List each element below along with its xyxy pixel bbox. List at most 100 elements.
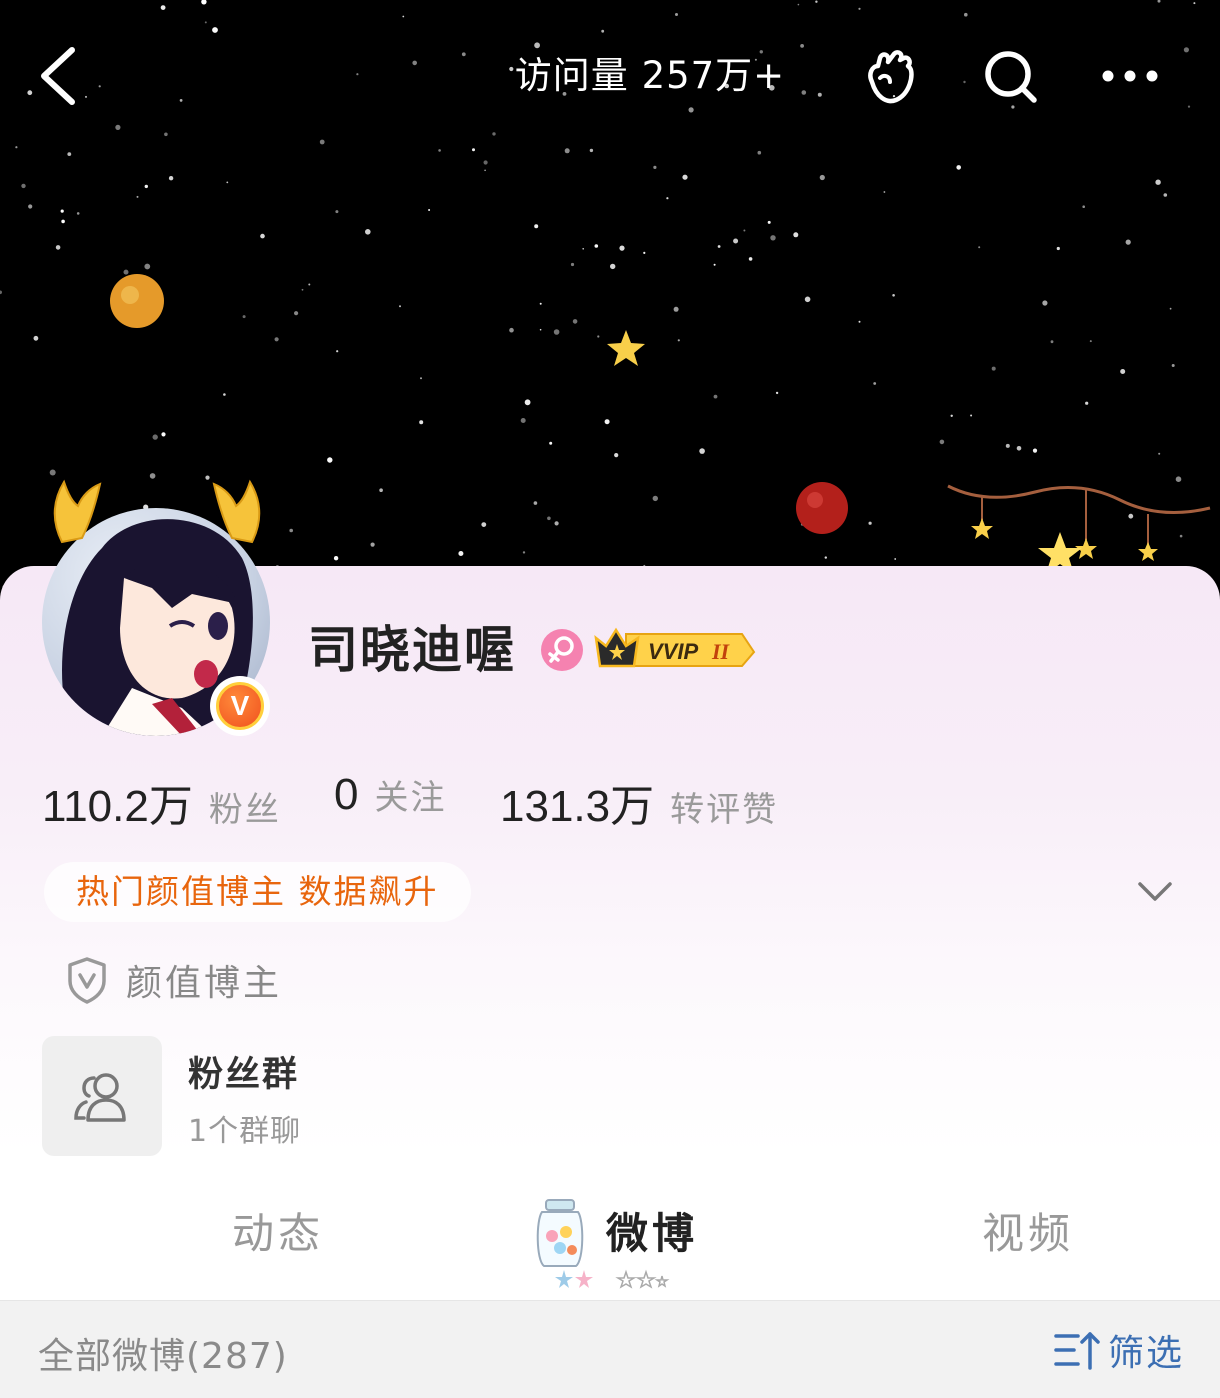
creator-category[interactable]: 颜值博主 xyxy=(64,952,282,1008)
star-dot xyxy=(1163,193,1168,197)
filter-sort-icon xyxy=(1054,1332,1100,1370)
star-dot xyxy=(136,195,139,198)
star-dot xyxy=(572,319,578,324)
star-dot xyxy=(570,262,575,267)
star-dot xyxy=(643,251,646,254)
vip-badge[interactable]: VVIP II xyxy=(594,626,756,670)
star-dot xyxy=(824,556,827,559)
fans-stat[interactable]: 110.2万 粉丝 xyxy=(42,770,281,831)
star-dot xyxy=(534,224,539,229)
feed-filter-bar: 全部微博(287) 筛选 xyxy=(0,1300,1220,1398)
star-dot xyxy=(335,210,339,214)
star-dot xyxy=(547,516,551,521)
star-dot xyxy=(757,150,762,155)
star-dot xyxy=(61,219,65,224)
group-people-icon xyxy=(74,1073,126,1122)
star-dot xyxy=(308,283,311,286)
star-dot xyxy=(428,209,431,211)
all-weibo-count[interactable]: 全部微博(287) xyxy=(38,1327,288,1379)
star-dot xyxy=(582,248,584,250)
star-dot xyxy=(682,174,688,180)
cheer-hand-icon xyxy=(868,50,914,104)
tab-weibo[interactable]: 微博 xyxy=(606,1200,698,1261)
star-dot xyxy=(1155,179,1161,185)
filter-button[interactable]: 筛选 xyxy=(1054,1325,1184,1375)
interactions-count: 131.3万 xyxy=(500,782,655,831)
star-dot xyxy=(978,246,981,249)
star-dot xyxy=(1171,364,1175,367)
star-dot xyxy=(1082,205,1085,208)
profile-tabs: 动态 微博 视频 xyxy=(0,1186,1220,1298)
following-count: 0 xyxy=(334,770,359,819)
star-dot xyxy=(713,263,716,266)
star-dot xyxy=(604,419,610,425)
star-dot xyxy=(379,488,383,493)
yellow-star-decoration xyxy=(607,330,645,366)
star-dot xyxy=(677,339,680,342)
candy-jar-icon xyxy=(536,1199,584,1267)
star-dot xyxy=(55,245,61,250)
star-dot xyxy=(123,269,129,275)
filter-label: 筛选 xyxy=(1108,1333,1185,1374)
hot-creator-tag[interactable]: 热门颜值博主 数据飙升 xyxy=(44,862,471,922)
star-dot xyxy=(327,457,333,463)
star-dot xyxy=(333,556,339,561)
star-dot xyxy=(1056,246,1060,251)
following-stat[interactable]: 0 关注 xyxy=(334,770,446,826)
more-options-button[interactable] xyxy=(1098,44,1162,108)
star-dot xyxy=(956,165,961,170)
star-dot xyxy=(0,290,2,295)
visit-count-value: 257万+ xyxy=(641,54,786,97)
vip-label: VVIP xyxy=(648,639,698,664)
star-dot xyxy=(294,311,299,316)
star-dot xyxy=(520,418,526,423)
star-dot xyxy=(144,184,148,189)
star-dot xyxy=(950,414,953,417)
star-dot xyxy=(524,399,531,406)
antler-headband-decoration xyxy=(53,479,261,544)
star-dot xyxy=(883,191,886,193)
red-planet-decoration xyxy=(796,482,848,534)
star-dot xyxy=(289,528,294,533)
star-dot xyxy=(539,328,542,331)
shield-v-icon xyxy=(68,957,106,1004)
star-dot xyxy=(1125,239,1131,245)
star-dot xyxy=(673,306,679,312)
interactions-stat[interactable]: 131.3万 转评赞 xyxy=(500,770,778,831)
expand-profile-button[interactable] xyxy=(1128,870,1182,914)
back-button[interactable] xyxy=(30,40,90,112)
star-dot xyxy=(666,197,669,200)
star-dot xyxy=(1169,307,1172,310)
fans-label: 粉丝 xyxy=(208,790,281,830)
more-dots-icon xyxy=(1102,70,1158,82)
star-dot xyxy=(748,257,753,261)
star-dot xyxy=(522,551,526,554)
star-dot xyxy=(1120,369,1126,374)
star-dot xyxy=(970,414,973,417)
star-dot xyxy=(868,521,872,525)
star-dot xyxy=(1032,448,1038,453)
star-dot xyxy=(873,382,877,385)
tab-dongtai[interactable]: 动态 xyxy=(232,1200,324,1261)
star-dot xyxy=(610,263,616,270)
star-dot xyxy=(858,320,861,323)
search-button[interactable] xyxy=(978,44,1042,108)
star-dot xyxy=(76,212,80,215)
star-dot xyxy=(1089,340,1092,343)
star-dot xyxy=(733,238,739,244)
verified-badge: V xyxy=(210,676,270,736)
fan-group-entry[interactable]: 粉丝群 1个群聊 xyxy=(42,1036,642,1156)
star-dot xyxy=(481,522,487,527)
star-dot xyxy=(274,337,279,342)
tab-video[interactable]: 视频 xyxy=(982,1200,1074,1261)
star-dot xyxy=(597,335,600,338)
star-dot xyxy=(1016,446,1022,451)
top-navigation-bar: 访问量 257万+ xyxy=(0,0,1220,150)
star-dot xyxy=(699,448,705,454)
star-dot xyxy=(260,233,265,239)
search-icon xyxy=(985,51,1037,103)
female-icon xyxy=(541,629,583,671)
cheer-button[interactable] xyxy=(858,44,922,108)
star-dot xyxy=(420,377,422,380)
star-dot xyxy=(894,558,897,560)
